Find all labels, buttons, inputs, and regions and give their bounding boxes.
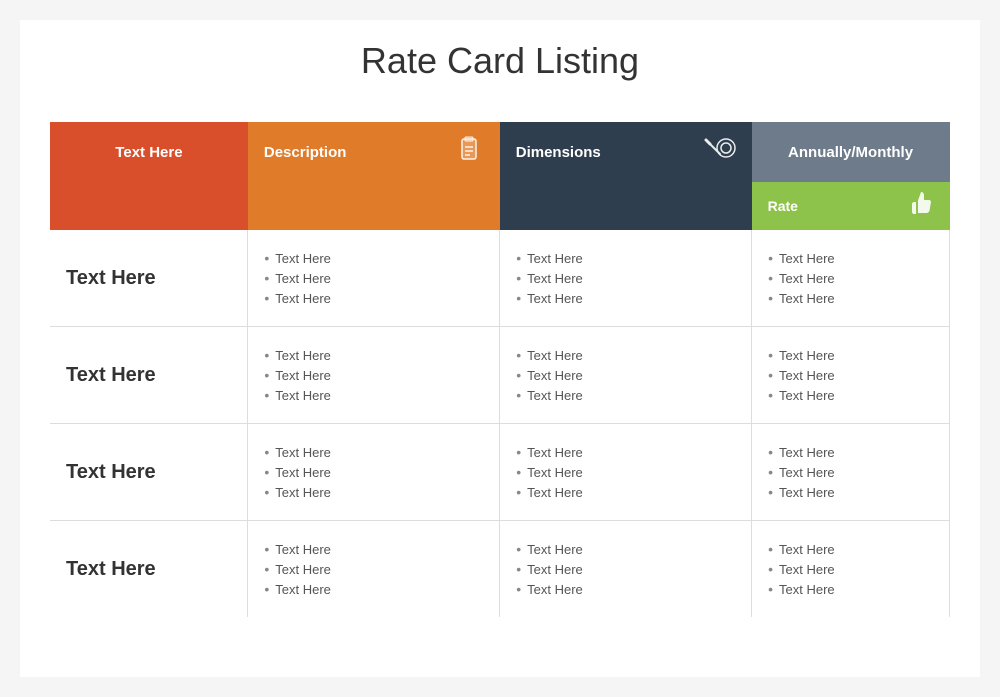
col-dimensions-header: Dimensions (500, 122, 752, 182)
clipboard-icon (454, 134, 484, 170)
list-item: Text Here (264, 539, 483, 559)
list-item: Text Here (768, 539, 933, 559)
col2-subheader (248, 182, 500, 230)
table-row: Text HereText HereText HereText HereText… (50, 521, 950, 618)
list-item: Text Here (768, 482, 933, 502)
col3-header-label: Dimensions (516, 144, 601, 161)
list-item: Text Here (768, 385, 933, 405)
col2-header-label: Description (264, 144, 347, 161)
row-0-description: Text HereText HereText Here (248, 230, 500, 327)
thumbsup-icon (908, 190, 934, 222)
col-annually-header: Annually/Monthly (752, 122, 950, 182)
row-1-dimensions: Text HereText HereText Here (500, 327, 752, 424)
list-item: Text Here (768, 462, 933, 482)
list-item: Text Here (516, 442, 735, 462)
list-item: Text Here (264, 442, 483, 462)
col1-header-label: Text Here (115, 144, 182, 161)
row-1-name: Text Here (50, 327, 248, 424)
list-item: Text Here (516, 365, 735, 385)
table-row: Text HereText HereText HereText HereText… (50, 424, 950, 521)
list-item: Text Here (264, 579, 483, 599)
row-1-rate: Text HereText HereText Here (752, 327, 950, 424)
list-item: Text Here (768, 559, 933, 579)
list-item: Text Here (264, 268, 483, 288)
list-item: Text Here (264, 345, 483, 365)
list-item: Text Here (768, 345, 933, 365)
row-2-name: Text Here (50, 424, 248, 521)
col4-top-header-label: Annually/Monthly (788, 144, 913, 161)
list-item: Text Here (768, 288, 933, 308)
list-item: Text Here (264, 385, 483, 405)
row-1-description: Text HereText HereText Here (248, 327, 500, 424)
list-item: Text Here (768, 248, 933, 268)
table-row: Text HereText HereText HereText HereText… (50, 230, 950, 327)
list-item: Text Here (768, 268, 933, 288)
list-item: Text Here (516, 579, 735, 599)
row-0-dimensions: Text HereText HereText Here (500, 230, 752, 327)
list-item: Text Here (516, 288, 735, 308)
row-3-name: Text Here (50, 521, 248, 618)
col4-rate-label: Rate (768, 198, 798, 214)
list-item: Text Here (516, 268, 735, 288)
list-item: Text Here (768, 365, 933, 385)
col-rate-header: Rate (752, 182, 950, 230)
list-item: Text Here (264, 365, 483, 385)
row-0-rate: Text HereText HereText Here (752, 230, 950, 327)
row-2-description: Text HereText HereText Here (248, 424, 500, 521)
list-item: Text Here (264, 559, 483, 579)
list-item: Text Here (768, 442, 933, 462)
tape-measure-icon (702, 134, 736, 170)
col1-subheader (50, 182, 248, 230)
rate-table: Text Here Description (50, 122, 950, 617)
row-3-dimensions: Text HereText HereText Here (500, 521, 752, 618)
list-item: Text Here (768, 579, 933, 599)
list-item: Text Here (264, 248, 483, 268)
list-item: Text Here (516, 248, 735, 268)
list-item: Text Here (264, 462, 483, 482)
list-item: Text Here (516, 539, 735, 559)
list-item: Text Here (264, 482, 483, 502)
list-item: Text Here (516, 385, 735, 405)
row-3-description: Text HereText HereText Here (248, 521, 500, 618)
table-row: Text HereText HereText HereText HereText… (50, 327, 950, 424)
row-2-dimensions: Text HereText HereText Here (500, 424, 752, 521)
list-item: Text Here (516, 345, 735, 365)
row-3-rate: Text HereText HereText Here (752, 521, 950, 618)
col-name-header: Text Here (50, 122, 248, 182)
row-0-name: Text Here (50, 230, 248, 327)
row-2-rate: Text HereText HereText Here (752, 424, 950, 521)
list-item: Text Here (516, 462, 735, 482)
list-item: Text Here (516, 482, 735, 502)
list-item: Text Here (516, 559, 735, 579)
page-wrapper: Rate Card Listing Text Here Description (20, 20, 980, 677)
col-description-header: Description (248, 122, 500, 182)
page-title: Rate Card Listing (50, 40, 950, 92)
list-item: Text Here (264, 288, 483, 308)
col3-subheader (500, 182, 752, 230)
